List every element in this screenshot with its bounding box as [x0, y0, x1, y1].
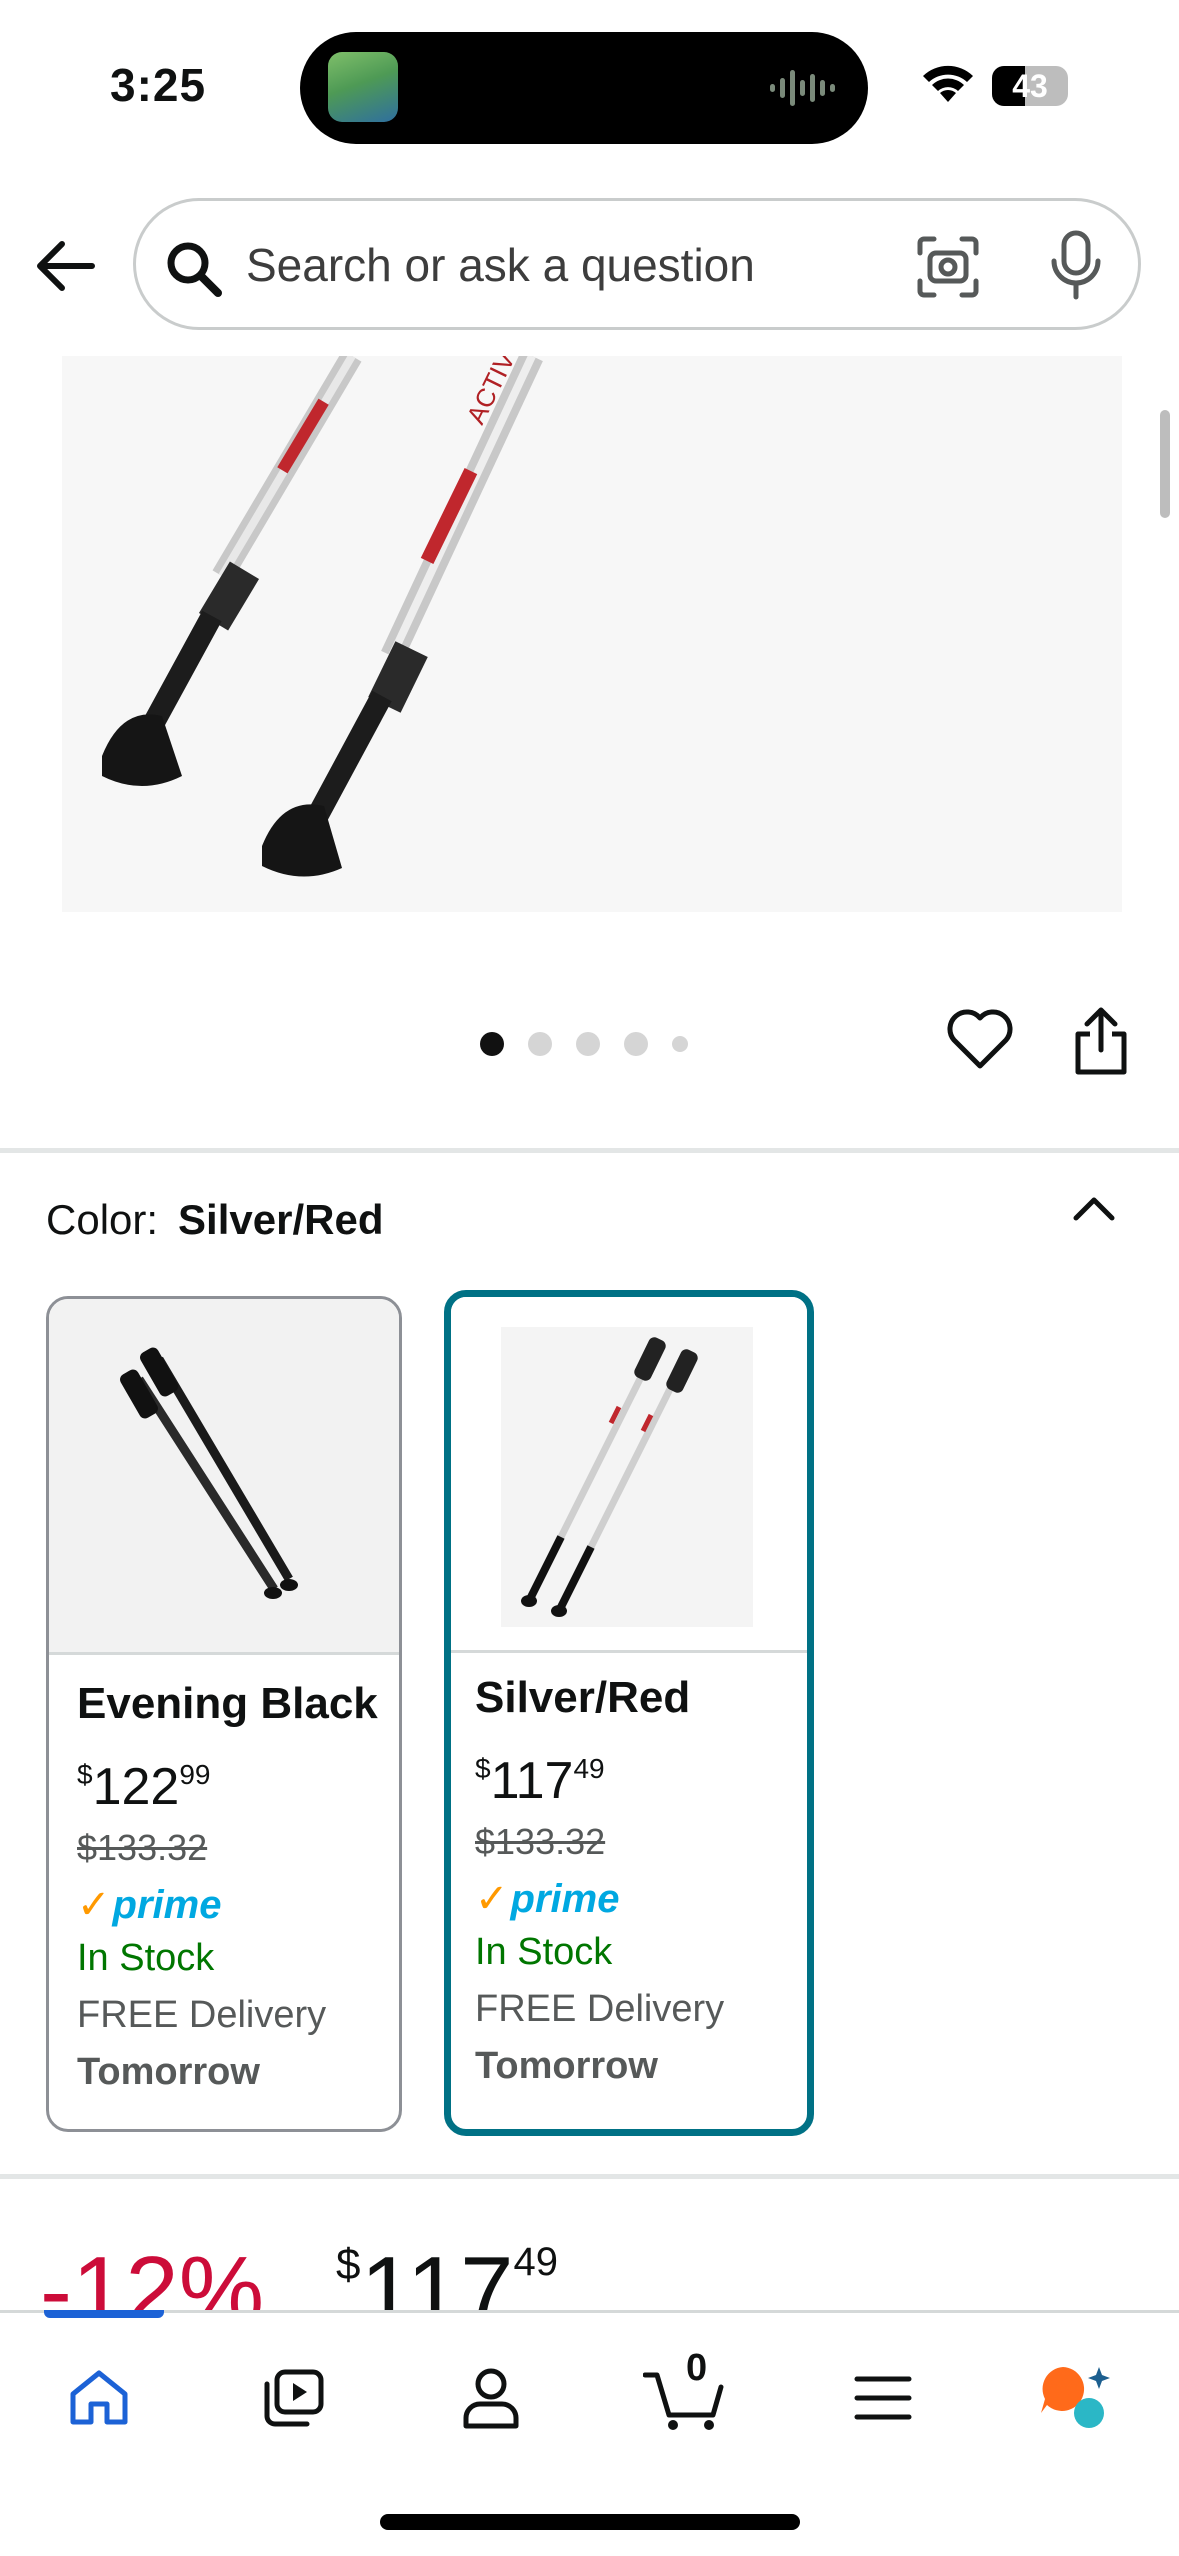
color-option-name: Silver/Red	[475, 1673, 691, 1722]
nav-menu[interactable]	[838, 2353, 928, 2443]
heart-icon[interactable]	[946, 1008, 1014, 1072]
cart-count: 0	[686, 2347, 708, 2389]
search-icon	[167, 242, 222, 297]
rufus-assistant-icon	[1041, 2367, 1110, 2428]
microphone-icon[interactable]	[1048, 229, 1104, 301]
menu-icon	[854, 2376, 912, 2420]
color-option-image	[451, 1297, 807, 1653]
audio-waveform-icon	[770, 70, 835, 106]
stock-status: In Stock	[475, 1931, 613, 1973]
video-icon	[264, 2369, 324, 2427]
wifi-icon	[923, 65, 973, 102]
search-input[interactable]	[246, 229, 906, 301]
back-arrow-icon[interactable]	[32, 232, 100, 300]
pagination-dot[interactable]	[672, 1036, 688, 1052]
cart-icon	[643, 2372, 724, 2430]
search-bar[interactable]	[133, 198, 1141, 330]
stock-status: In Stock	[77, 1937, 215, 1979]
color-option-silver-red[interactable]: Silver/Red $11749 $133.32 ✓ prime In Stoc…	[444, 1290, 814, 2136]
color-option-price: $11749	[475, 1752, 605, 1810]
image-pagination-dots[interactable]	[480, 1032, 688, 1056]
color-label: Color: Silver/Red	[46, 1196, 383, 1244]
color-option-name: Evening Black	[77, 1679, 378, 1728]
nav-account[interactable]	[446, 2353, 536, 2443]
delivery-info: FREE Delivery	[475, 1988, 725, 2030]
status-time: 3:25	[110, 59, 207, 111]
color-option-price: $12299	[77, 1758, 211, 1816]
prime-badge: ✓ prime	[77, 1882, 222, 1928]
color-option-list-price: $133.32	[475, 1821, 606, 1862]
delivery-info: FREE Delivery	[77, 1994, 327, 2036]
section-divider	[0, 1148, 1179, 1153]
dynamic-island[interactable]	[300, 32, 868, 144]
color-option-evening-black[interactable]: Evening Black $12299 $133.32 ✓ prime In S…	[46, 1296, 402, 2132]
pagination-dot[interactable]	[528, 1032, 552, 1056]
delivery-day: Tomorrow	[77, 2051, 260, 2093]
status-bar: 3:25 43	[0, 0, 1179, 175]
selected-color: Silver/Red	[178, 1196, 384, 1243]
nav-home[interactable]	[54, 2353, 144, 2443]
nav-video[interactable]	[248, 2353, 338, 2443]
scrollbar-thumb[interactable]	[1160, 410, 1170, 518]
home-icon	[70, 2370, 128, 2425]
trekking-poles-photo: ACTIV	[102, 356, 543, 877]
share-icon[interactable]	[1070, 1006, 1132, 1078]
color-label-text: Color:	[46, 1196, 159, 1243]
now-playing-artwork	[328, 52, 398, 122]
pagination-dot[interactable]	[576, 1032, 600, 1056]
color-option-image	[49, 1299, 399, 1655]
pagination-dot[interactable]	[624, 1032, 648, 1056]
product-image[interactable]: ACTIV	[62, 356, 1122, 912]
camera-icon[interactable]	[916, 235, 980, 299]
pagination-dot[interactable]	[480, 1032, 504, 1056]
nav-rufus[interactable]	[1030, 2353, 1120, 2443]
account-icon	[463, 2368, 519, 2429]
battery-icon: 43	[992, 66, 1068, 106]
home-indicator[interactable]	[380, 2514, 800, 2530]
delivery-day: Tomorrow	[475, 2045, 658, 2087]
active-tab-indicator	[44, 2310, 164, 2318]
prime-badge: ✓ prime	[475, 1876, 620, 1922]
section-divider	[0, 2174, 1179, 2179]
prime-check-icon: ✓	[77, 1883, 111, 1927]
chevron-up-icon[interactable]	[1070, 1192, 1118, 1222]
prime-check-icon: ✓	[475, 1877, 509, 1921]
nav-cart[interactable]: 0	[640, 2347, 730, 2443]
battery-level: 43	[1012, 68, 1048, 104]
color-option-list-price: $133.32	[77, 1827, 208, 1868]
